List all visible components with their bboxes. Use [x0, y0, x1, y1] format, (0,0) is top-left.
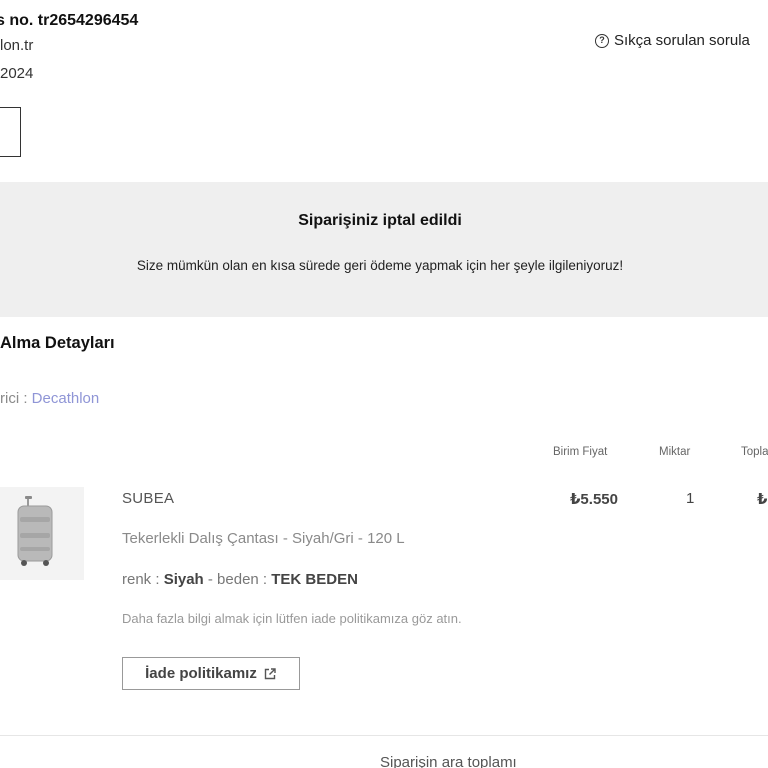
product-total: ₺ [757, 491, 768, 508]
product-image[interactable] [0, 487, 84, 580]
help-circle-icon: ? [595, 33, 609, 48]
color-label: renk : [122, 571, 164, 588]
return-policy-label: İade politikamız [145, 665, 257, 682]
external-link-icon [264, 667, 276, 679]
seller-label: rici : [0, 390, 32, 407]
product-unit-price: ₺5.550 [570, 491, 618, 508]
return-policy-note: Daha fazla bilgi almak için lütfen iade … [122, 611, 462, 626]
column-header-total: Topla [741, 446, 768, 458]
seller-line: rici : Decathlon [0, 390, 99, 407]
product-attributes: renk : Siyah - beden : TEK BEDEN [122, 571, 358, 588]
product-brand: SUBEA [122, 490, 175, 507]
cancellation-message: Size mümkün olan en kısa sürede geri öde… [136, 258, 624, 273]
return-policy-button[interactable]: İade politikamız [122, 657, 300, 690]
faq-link-label: Sıkça sorulan sorula [614, 32, 750, 49]
seller-website: lon.tr [0, 37, 34, 54]
order-action-button[interactable] [0, 107, 21, 157]
size-value: TEK BEDEN [271, 571, 358, 588]
luggage-icon [17, 496, 53, 566]
order-date: 2024 [0, 65, 34, 82]
product-quantity: 1 [686, 490, 695, 507]
product-description: Tekerlekli Dalış Çantası - Siyah/Gri - 1… [122, 530, 405, 547]
color-value: Siyah [163, 571, 204, 588]
faq-link[interactable]: ? Sıkça sorulan sorula [595, 32, 750, 49]
order-subtotal-label: Siparişin ara toplamı [380, 754, 517, 768]
size-label: - beden : [203, 571, 272, 588]
cancellation-title: Siparişiniz iptal edildi [298, 212, 462, 229]
delivery-details-title: Alma Detayları [0, 334, 115, 352]
order-number: s no. tr2654296454 [0, 12, 139, 29]
column-header-unit-price: Birim Fiyat [553, 446, 608, 458]
cancellation-banner [0, 182, 768, 317]
section-divider [0, 735, 768, 736]
column-header-quantity: Miktar [659, 446, 691, 458]
seller-name-link[interactable]: Decathlon [32, 390, 100, 407]
